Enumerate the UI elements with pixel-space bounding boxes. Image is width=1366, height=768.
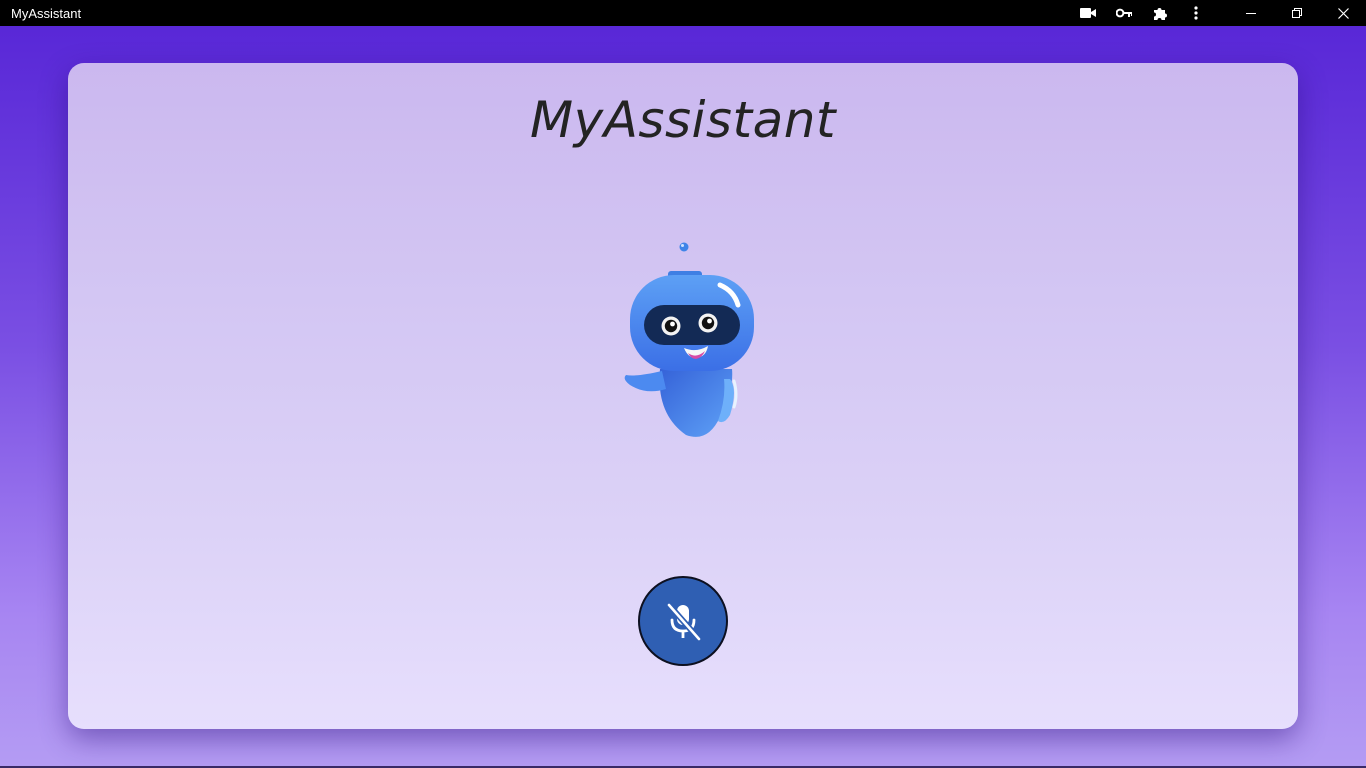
minimize-icon[interactable] xyxy=(1228,0,1274,26)
page-title: MyAssistant xyxy=(529,91,836,149)
title-bar: MyAssistant xyxy=(0,0,1366,26)
robot-mascot-icon xyxy=(624,242,754,437)
title-bar-icons xyxy=(1070,0,1366,26)
restore-icon[interactable] xyxy=(1274,0,1320,26)
mic-off-icon xyxy=(666,602,702,642)
assistant-card: MyAssistant xyxy=(68,63,1298,729)
puzzle-extension-icon[interactable] xyxy=(1142,0,1178,26)
video-camera-icon[interactable] xyxy=(1070,0,1106,26)
window-title: MyAssistant xyxy=(11,5,82,21)
key-icon[interactable] xyxy=(1106,0,1142,26)
more-vert-icon[interactable] xyxy=(1178,0,1214,26)
close-icon[interactable] xyxy=(1320,0,1366,26)
mic-toggle-button[interactable] xyxy=(638,576,728,666)
